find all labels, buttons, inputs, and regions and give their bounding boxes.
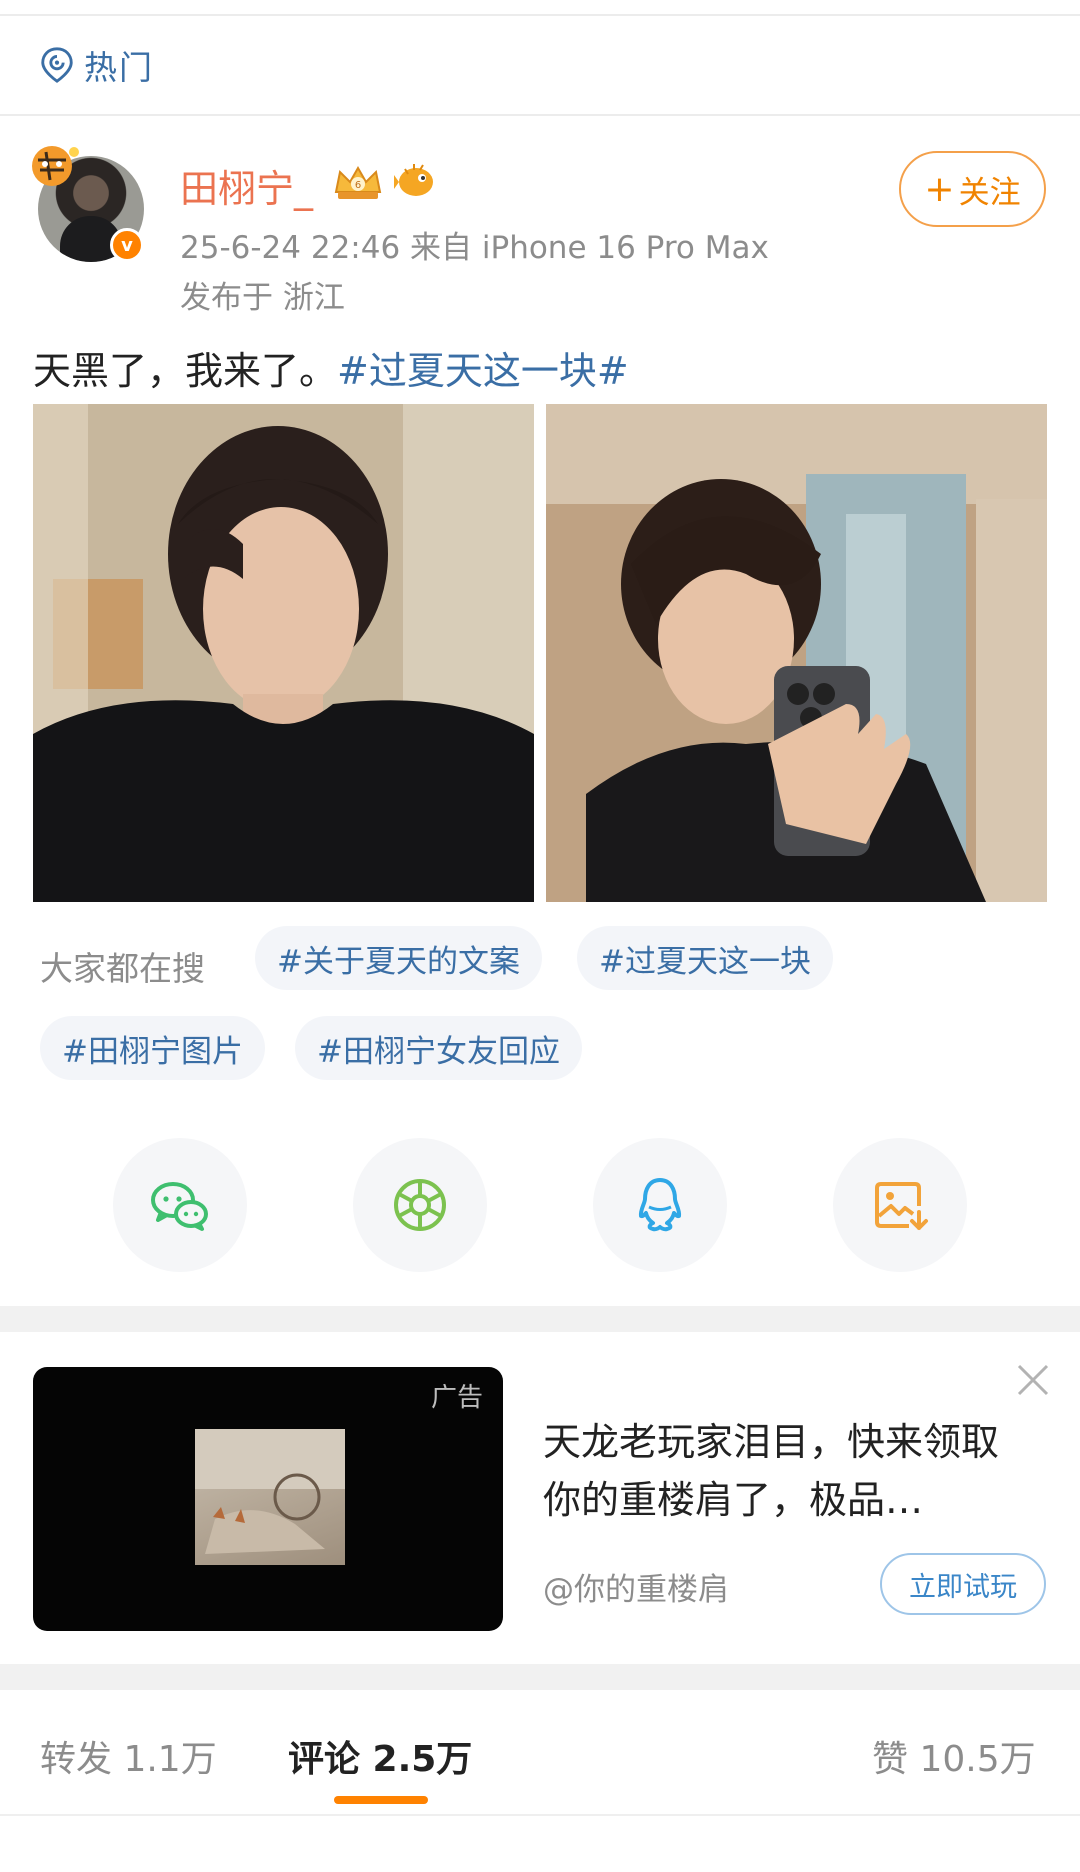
ad-tag: 广告 — [430, 1383, 483, 1413]
post-photo-2[interactable] — [546, 404, 1047, 902]
pufferfish-badge-icon — [394, 164, 433, 196]
qq-icon — [638, 1178, 682, 1232]
post-meta: 25-6-24 22:46 来自 iPhone 16 Pro Max — [180, 230, 769, 266]
search-label: 大家都在搜 — [40, 949, 205, 988]
tiger-frame-icon — [32, 146, 79, 186]
active-tab-indicator — [334, 1796, 428, 1804]
post-hashtag[interactable]: #过夏天这一块# — [337, 349, 629, 393]
ad-video[interactable]: 广告 — [33, 1367, 503, 1631]
close-icon[interactable] — [1015, 1362, 1051, 1398]
hot-label: 热门 — [84, 48, 154, 87]
moments-icon — [394, 1179, 446, 1231]
verified-badge-icon: v — [110, 228, 144, 262]
crown-level-badge-icon: 6 — [334, 165, 382, 199]
ad-source[interactable]: @你的重楼肩 — [543, 1564, 729, 1609]
search-tag[interactable]: #田栩宁图片 — [40, 1016, 265, 1080]
hot-section-header[interactable]: 热门 — [0, 16, 1080, 116]
section-separator — [0, 1306, 1080, 1332]
post-photo-1[interactable] — [33, 404, 534, 902]
tab-like[interactable]: 赞 10.5万 — [872, 1730, 1036, 1782]
photo-2-illustration — [546, 404, 1047, 902]
save-image-button[interactable] — [833, 1138, 967, 1272]
search-tag[interactable]: #田栩宁女友回应 — [295, 1016, 582, 1080]
post-body: 天黑了，我来了。 — [33, 349, 338, 393]
follow-button[interactable]: + 关注 — [899, 151, 1046, 227]
post-location: 发布于 浙江 — [180, 280, 345, 316]
search-tag[interactable]: #关于夏天的文案 — [255, 926, 542, 990]
try-now-button[interactable]: 立即试玩 — [880, 1553, 1046, 1615]
avatar[interactable]: v — [28, 140, 148, 266]
save-image-icon — [875, 1182, 928, 1230]
post-text: 天黑了，我来了。#过夏天这一块# — [33, 340, 629, 395]
share-moments-button[interactable] — [353, 1138, 487, 1272]
plus-icon: + — [924, 168, 955, 210]
location-pin-icon — [41, 47, 73, 83]
share-wechat-button[interactable] — [113, 1138, 247, 1272]
tab-repost[interactable]: 转发 1.1万 — [40, 1730, 217, 1782]
tab-comment[interactable]: 评论 2.5万 — [288, 1730, 472, 1782]
bottom-divider — [0, 1814, 1080, 1816]
search-tag[interactable]: #过夏天这一块 — [577, 926, 833, 990]
ad-title[interactable]: 天龙老玩家泪目，快来领取你的重楼肩了，极品… — [543, 1413, 1013, 1529]
section-separator — [0, 1664, 1080, 1690]
wechat-icon — [151, 1182, 208, 1231]
username[interactable]: 田栩宁_ — [180, 158, 313, 213]
photo-1-illustration — [33, 404, 534, 902]
ad-thumbnail — [195, 1429, 345, 1565]
follow-label: 关注 — [958, 174, 1021, 211]
share-qq-button[interactable] — [593, 1138, 727, 1272]
svg-text:6: 6 — [355, 180, 361, 191]
